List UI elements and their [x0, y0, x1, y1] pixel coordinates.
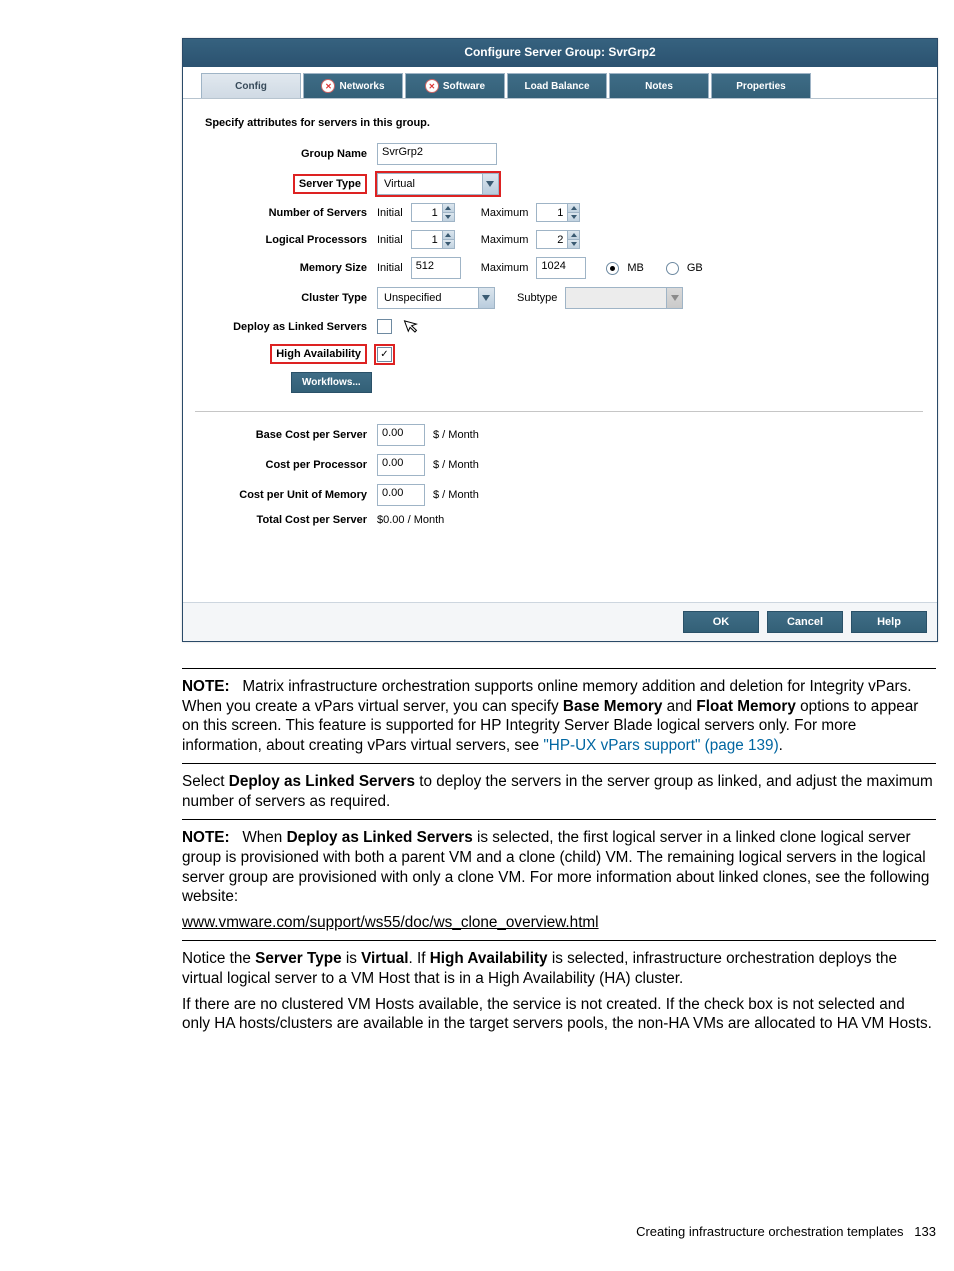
- form-caption: Specify attributes for servers in this g…: [205, 117, 923, 129]
- vpars-support-link[interactable]: "HP-UX vPars support" (page 139): [543, 737, 778, 754]
- tab-notes[interactable]: Notes: [609, 73, 709, 98]
- cost-memory-input[interactable]: 0.00: [377, 484, 425, 506]
- dialog-footer: OK Cancel Help: [183, 602, 937, 641]
- chevron-up-icon: [568, 204, 579, 212]
- ok-button[interactable]: OK: [683, 611, 759, 633]
- label-number-of-servers: Number of Servers: [197, 207, 377, 219]
- chevron-down-icon: [443, 239, 454, 248]
- cluster-type-select[interactable]: Unspecified: [377, 287, 495, 309]
- dialog-tabs: Config ✕ Networks ✕ Software Load Balanc…: [183, 67, 937, 99]
- server-type-select[interactable]: Virtual: [377, 173, 499, 195]
- chevron-up-icon: [443, 231, 454, 239]
- label-server-type: Server Type: [197, 174, 377, 194]
- configure-server-group-dialog: Configure Server Group: SvrGrp2 Config ✕…: [182, 38, 938, 642]
- servers-max-spinner[interactable]: 1: [536, 203, 580, 222]
- memory-max-input[interactable]: 1024: [536, 257, 586, 279]
- error-icon: ✕: [321, 79, 335, 93]
- note-1: NOTE: Matrix infrastructure orchestratio…: [182, 677, 936, 755]
- workflows-button[interactable]: Workflows...: [291, 372, 372, 393]
- tab-load-balance[interactable]: Load Balance: [507, 73, 607, 98]
- chevron-up-icon: [443, 204, 454, 212]
- chevron-down-icon: [666, 288, 682, 308]
- cluster-subtype-select[interactable]: [565, 287, 683, 309]
- label-logical-processors: Logical Processors: [197, 234, 377, 246]
- unit-gb-radio[interactable]: [666, 262, 679, 275]
- group-name-input[interactable]: SvrGrp2: [377, 143, 497, 165]
- document-body: NOTE: Matrix infrastructure orchestratio…: [182, 668, 936, 1034]
- tab-config[interactable]: Config: [201, 73, 301, 98]
- procs-initial-spinner[interactable]: 1: [411, 230, 455, 249]
- memory-initial-input[interactable]: 512: [411, 257, 461, 279]
- unit-mb-radio[interactable]: [606, 262, 619, 275]
- help-button[interactable]: Help: [851, 611, 927, 633]
- label-high-availability: High Availability: [197, 344, 377, 364]
- cancel-button[interactable]: Cancel: [767, 611, 843, 633]
- cursor-icon: [403, 315, 425, 338]
- label-cost-memory: Cost per Unit of Memory: [197, 489, 377, 501]
- paragraph-deploy-linked: Select Deploy as Linked Servers to deplo…: [182, 772, 936, 811]
- error-icon: ✕: [425, 79, 439, 93]
- label-memory-size: Memory Size: [197, 262, 377, 274]
- deploy-linked-checkbox[interactable]: [377, 319, 392, 334]
- chevron-down-icon: [568, 212, 579, 221]
- label-cluster-type: Cluster Type: [197, 292, 377, 304]
- dialog-title: Configure Server Group: SvrGrp2: [183, 39, 937, 67]
- paragraph-server-type: Notice the Server Type is Virtual. If Hi…: [182, 949, 936, 988]
- label-base-cost: Base Cost per Server: [197, 429, 377, 441]
- page-footer: Creating infrastructure orchestration te…: [182, 1224, 936, 1239]
- chevron-down-icon: [443, 212, 454, 221]
- total-cost-value: $0.00 / Month: [377, 514, 444, 526]
- procs-max-spinner[interactable]: 2: [536, 230, 580, 249]
- cost-processor-input[interactable]: 0.00: [377, 454, 425, 476]
- paragraph-no-hosts: If there are no clustered VM Hosts avail…: [182, 995, 936, 1034]
- tab-properties[interactable]: Properties: [711, 73, 811, 98]
- high-availability-checkbox[interactable]: ✓: [377, 347, 392, 362]
- chevron-up-icon: [568, 231, 579, 239]
- dialog-body: Specify attributes for servers in this g…: [183, 99, 937, 602]
- vmware-clone-url[interactable]: www.vmware.com/support/ws55/doc/ws_clone…: [182, 914, 599, 931]
- tab-software[interactable]: ✕ Software: [405, 73, 505, 98]
- chevron-down-icon: [478, 288, 494, 308]
- chevron-down-icon: [568, 239, 579, 248]
- chevron-down-icon: [482, 174, 498, 194]
- note-2: NOTE: When Deploy as Linked Servers is s…: [182, 828, 936, 906]
- label-deploy-linked: Deploy as Linked Servers: [197, 321, 377, 333]
- label-total-cost: Total Cost per Server: [197, 514, 377, 526]
- tab-networks[interactable]: ✕ Networks: [303, 73, 403, 98]
- base-cost-input[interactable]: 0.00: [377, 424, 425, 446]
- label-group-name: Group Name: [197, 148, 377, 160]
- servers-initial-spinner[interactable]: 1: [411, 203, 455, 222]
- label-cost-processor: Cost per Processor: [197, 459, 377, 471]
